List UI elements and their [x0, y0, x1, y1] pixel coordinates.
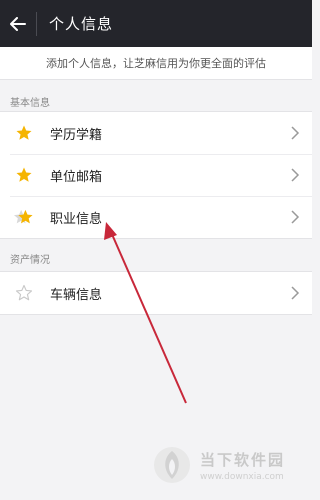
- list-item-label: 车辆信息: [50, 287, 103, 303]
- list-item-education[interactable]: 学历学籍: [0, 112, 312, 154]
- list-item-label: 学历学籍: [50, 127, 103, 143]
- star-half-icon: [14, 207, 34, 227]
- watermark-logo-icon: [154, 447, 190, 483]
- star-outline-icon: [14, 283, 34, 303]
- list-item-label: 单位邮箱: [50, 169, 103, 185]
- list-item-label: 职业信息: [50, 211, 103, 227]
- assets-group: 车辆信息: [0, 271, 312, 315]
- watermark-url: www.downxia.com: [200, 471, 284, 482]
- back-button[interactable]: [0, 0, 36, 47]
- info-notice: 添加个人信息，让芝麻信用为你更全面的评估: [0, 47, 312, 80]
- watermark-title: 当下软件园: [200, 450, 286, 469]
- notice-text: 添加个人信息，让芝麻信用为你更全面的评估: [46, 57, 266, 70]
- chevron-right-icon: [291, 168, 300, 182]
- back-arrow-icon: [10, 16, 26, 31]
- section-label-assets: 资产情况: [10, 255, 50, 266]
- star-filled-icon: [14, 123, 34, 143]
- list-item-occupation[interactable]: 职业信息: [0, 196, 312, 238]
- chevron-right-icon: [291, 210, 300, 224]
- page-title: 个人信息: [49, 15, 114, 33]
- chevron-right-icon: [291, 286, 300, 300]
- top-bar: 个人信息: [0, 0, 312, 47]
- watermark: 当下软件园 www.downxia.com: [150, 440, 310, 490]
- list-item-work-email[interactable]: 单位邮箱: [0, 154, 312, 196]
- list-item-vehicle[interactable]: 车辆信息: [0, 272, 312, 314]
- chevron-right-icon: [291, 126, 300, 140]
- star-filled-icon: [14, 165, 34, 185]
- header-divider: [36, 11, 37, 36]
- section-label-basic: 基本信息: [10, 98, 50, 109]
- basic-info-group: 学历学籍 单位邮箱 职业信息: [0, 111, 312, 239]
